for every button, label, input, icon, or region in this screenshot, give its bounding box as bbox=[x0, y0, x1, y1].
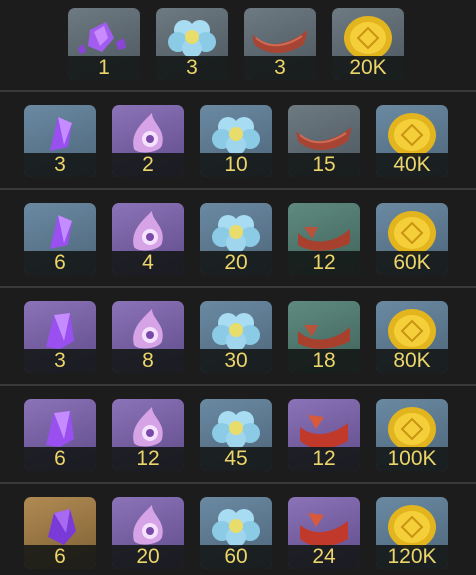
item-slot[interactable]: 30 bbox=[200, 301, 272, 373]
ascension-row-1: 1 3 3 20K bbox=[0, 8, 476, 80]
item-slot[interactable]: 3 bbox=[156, 8, 228, 80]
item-slot[interactable]: 3 bbox=[24, 105, 96, 177]
ascension-row-2: 3 2 10 15 40K bbox=[0, 105, 476, 177]
item-quantity: 6 bbox=[24, 251, 96, 275]
item-slot[interactable]: 60 bbox=[200, 497, 272, 569]
item-quantity: 12 bbox=[288, 251, 360, 275]
item-quantity: 45 bbox=[200, 447, 272, 471]
item-quantity: 15 bbox=[288, 153, 360, 177]
row-divider bbox=[0, 90, 476, 92]
item-quantity: 60K bbox=[376, 251, 448, 275]
item-quantity: 40K bbox=[376, 153, 448, 177]
item-quantity: 20K bbox=[332, 56, 404, 80]
item-slot[interactable]: 20 bbox=[200, 203, 272, 275]
item-quantity: 4 bbox=[112, 251, 184, 275]
item-slot[interactable]: 12 bbox=[288, 399, 360, 471]
row-divider bbox=[0, 482, 476, 484]
item-slot[interactable]: 4 bbox=[112, 203, 184, 275]
item-slot[interactable]: 20 bbox=[112, 497, 184, 569]
item-slot[interactable]: 12 bbox=[288, 203, 360, 275]
item-quantity: 12 bbox=[112, 447, 184, 471]
item-quantity: 12 bbox=[288, 447, 360, 471]
item-slot[interactable]: 2 bbox=[112, 105, 184, 177]
item-quantity: 8 bbox=[112, 349, 184, 373]
item-quantity: 24 bbox=[288, 545, 360, 569]
row-divider bbox=[0, 188, 476, 190]
item-slot[interactable]: 3 bbox=[244, 8, 316, 80]
item-quantity: 30 bbox=[200, 349, 272, 373]
item-quantity: 10 bbox=[200, 153, 272, 177]
item-quantity: 80K bbox=[376, 349, 448, 373]
item-slot[interactable]: 45 bbox=[200, 399, 272, 471]
item-slot[interactable]: 12 bbox=[112, 399, 184, 471]
ascension-row-5: 6 12 45 12 100K bbox=[0, 399, 476, 471]
item-quantity: 6 bbox=[24, 447, 96, 471]
item-slot[interactable]: 8 bbox=[112, 301, 184, 373]
item-slot[interactable]: 60K bbox=[376, 203, 448, 275]
item-quantity: 6 bbox=[24, 545, 96, 569]
item-slot[interactable]: 100K bbox=[376, 399, 448, 471]
item-slot[interactable]: 6 bbox=[24, 203, 96, 275]
ascension-row-6: 6 20 60 24 120K bbox=[0, 497, 476, 569]
item-quantity: 2 bbox=[112, 153, 184, 177]
item-quantity: 3 bbox=[156, 56, 228, 80]
row-divider bbox=[0, 286, 476, 288]
ascension-row-4: 3 8 30 18 80K bbox=[0, 301, 476, 373]
item-quantity: 20 bbox=[112, 545, 184, 569]
item-slot[interactable]: 18 bbox=[288, 301, 360, 373]
item-quantity: 100K bbox=[376, 447, 448, 471]
item-slot[interactable]: 24 bbox=[288, 497, 360, 569]
item-quantity: 20 bbox=[200, 251, 272, 275]
item-slot[interactable]: 3 bbox=[24, 301, 96, 373]
item-slot[interactable]: 20K bbox=[332, 8, 404, 80]
item-slot[interactable]: 6 bbox=[24, 399, 96, 471]
item-quantity: 18 bbox=[288, 349, 360, 373]
item-quantity: 1 bbox=[68, 56, 140, 80]
ascension-row-3: 6 4 20 12 60K bbox=[0, 203, 476, 275]
item-slot[interactable]: 40K bbox=[376, 105, 448, 177]
item-slot[interactable]: 1 bbox=[68, 8, 140, 80]
item-quantity: 3 bbox=[24, 153, 96, 177]
item-quantity: 120K bbox=[376, 545, 448, 569]
material-requirements-table: 1 3 3 20K 3 2 10 15 40K 6 4 20 12 60K 3 … bbox=[0, 0, 476, 575]
item-quantity: 3 bbox=[24, 349, 96, 373]
item-quantity: 3 bbox=[244, 56, 316, 80]
item-quantity: 60 bbox=[200, 545, 272, 569]
item-slot[interactable]: 80K bbox=[376, 301, 448, 373]
item-slot[interactable]: 6 bbox=[24, 497, 96, 569]
item-slot[interactable]: 15 bbox=[288, 105, 360, 177]
item-slot[interactable]: 120K bbox=[376, 497, 448, 569]
row-divider bbox=[0, 384, 476, 386]
item-slot[interactable]: 10 bbox=[200, 105, 272, 177]
